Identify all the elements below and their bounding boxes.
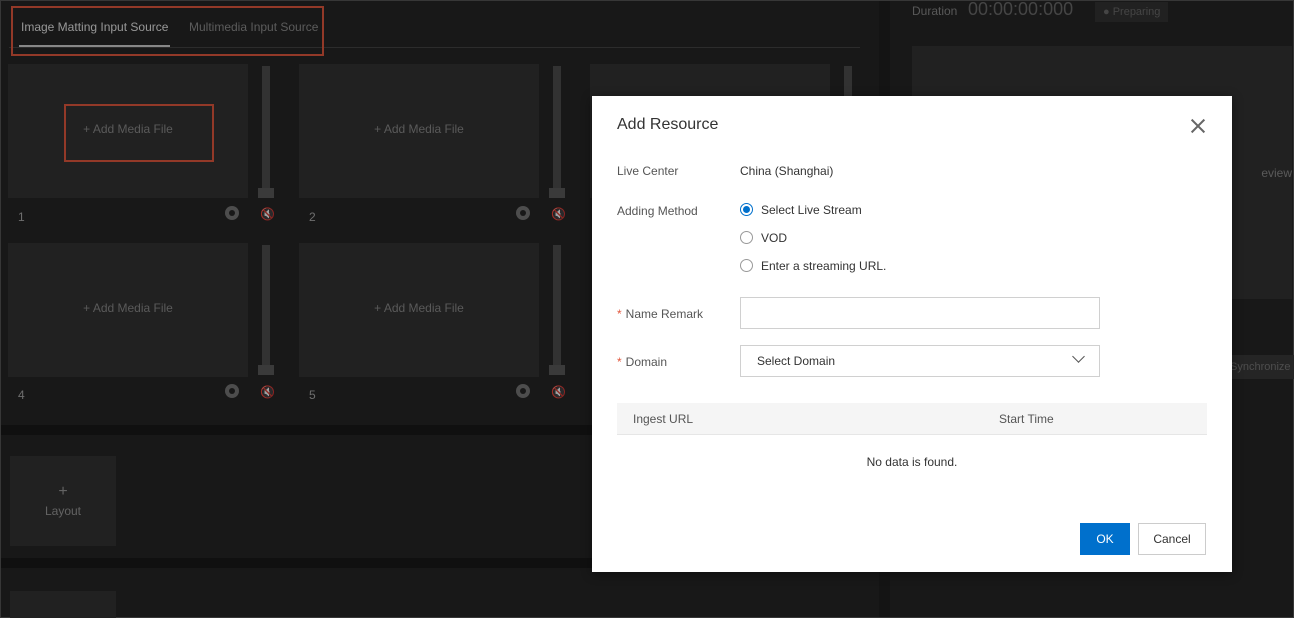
cancel-button[interactable]: Cancel [1138,523,1206,555]
close-icon[interactable] [1188,116,1208,136]
name-remark-label: * Name Remark [617,307,704,321]
radio-unchecked-icon[interactable] [740,231,753,244]
adding-method-label: Adding Method [617,204,698,218]
radio-label: Select Live Stream [761,203,862,217]
domain-label: * Domain [617,355,668,369]
name-remark-input[interactable] [740,297,1100,329]
column-header-ingest-url: Ingest URL [633,412,694,426]
domain-select-value: Select Domain [757,354,836,368]
live-center-label: Live Center [617,164,679,178]
required-mark: * [617,355,622,369]
add-resource-dialog: Add Resource Live Center China (Shanghai… [592,96,1232,572]
radio-checked-icon[interactable] [740,203,753,216]
radio-unchecked-icon[interactable] [740,259,753,272]
dialog-title: Add Resource [617,116,719,133]
table-empty-message: No data is found. [866,455,958,469]
ingest-table: Ingest URL Start Time No data is found. [617,403,1207,489]
radio-label: Enter a streaming URL. [761,259,887,273]
radio-select-live-stream[interactable]: Select Live Stream [740,203,862,219]
required-mark: * [617,307,622,321]
domain-select[interactable]: Select Domain [740,345,1100,377]
column-header-start-time: Start Time [999,412,1054,426]
radio-label: VOD [761,231,788,245]
chevron-down-icon [1072,350,1085,363]
table-header: Ingest URL Start Time [617,403,1207,435]
radio-enter-streaming-url[interactable]: Enter a streaming URL. [740,259,886,275]
live-center-value: China (Shanghai) [740,164,834,178]
radio-vod[interactable]: VOD [740,231,787,247]
ok-button[interactable]: OK [1080,523,1130,555]
